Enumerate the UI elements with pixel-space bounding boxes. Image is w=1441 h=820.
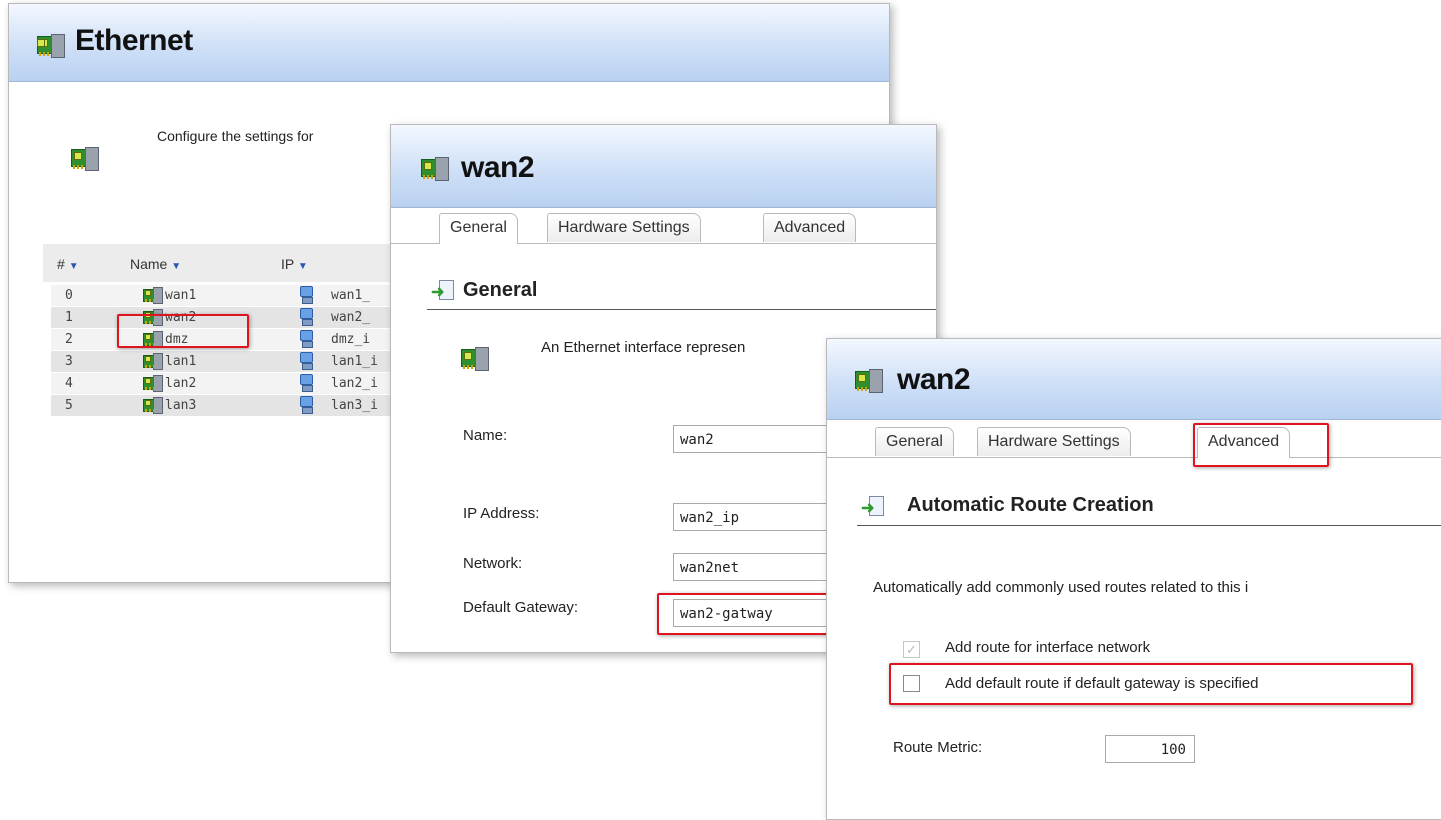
highlight-default-gateway (657, 593, 851, 635)
section-arrow-icon: ➜ (431, 279, 455, 301)
advanced-description: Automatically add commonly used routes r… (873, 579, 1249, 596)
network-interface-icon (143, 287, 163, 304)
page-title: wan2 (461, 151, 535, 184)
route-metric-label: Route Metric: (893, 739, 983, 756)
section-arrow-icon: ➜ (861, 495, 885, 517)
section-title: Automatic Route Creation (907, 494, 1154, 516)
page-title: wan2 (897, 363, 971, 396)
column-header-name[interactable]: Name ▼ (130, 256, 181, 272)
highlight-default-route (889, 663, 1413, 705)
advanced-panel: wan2 General Hardware Settings Advanced … (826, 338, 1441, 820)
network-interface-icon (421, 157, 449, 181)
tab-advanced[interactable]: Advanced (763, 213, 857, 242)
tab-general[interactable]: General (439, 213, 518, 244)
network-label: Network: (463, 555, 523, 572)
highlight-wan2-row (117, 314, 249, 348)
ip-address-label: IP Address: (463, 505, 540, 522)
table-row[interactable]: 5 lan3 lan3_i (51, 395, 411, 416)
network-interface-icon (461, 347, 489, 371)
interface-ip: wan2_ (331, 310, 371, 325)
network-interface-icon (143, 397, 163, 414)
network-interface-icon (143, 375, 163, 392)
network-interface-icon (143, 353, 163, 370)
route-metric-field[interactable]: 100 (1105, 735, 1195, 763)
ip-address-icon (299, 329, 313, 349)
ip-address-icon (299, 351, 313, 371)
tab-hardware-settings[interactable]: Hardware Settings (547, 213, 701, 242)
sort-arrow-icon: ▼ (297, 261, 308, 272)
ethernet-titlebar: Ethernet (9, 4, 889, 82)
highlight-advanced-tab (1193, 423, 1329, 467)
interface-ip: lan3_i (331, 398, 378, 413)
interface-ip: lan1_i (331, 354, 378, 369)
section-divider (857, 525, 1441, 526)
advanced-titlebar: wan2 (827, 339, 1441, 420)
column-header-ip[interactable]: IP ▼ (281, 256, 308, 272)
sort-arrow-icon: ▼ (171, 261, 182, 272)
interface-name[interactable]: lan2 (165, 376, 196, 391)
table-row[interactable]: 3 lan1 lan1_i (51, 351, 411, 372)
column-header-num[interactable]: # ▼ (57, 256, 79, 272)
interface-network-label: Add route for interface network (945, 639, 1151, 656)
interface-name[interactable]: wan1 (165, 288, 196, 303)
section-title: General (463, 279, 538, 301)
general-titlebar: wan2 (391, 125, 936, 208)
name-label: Name: (463, 427, 508, 444)
interface-ip: wan1_ (331, 288, 371, 303)
network-interface-icon (37, 34, 65, 58)
tab-general[interactable]: General (875, 427, 954, 456)
tab-hardware-settings[interactable]: Hardware Settings (977, 427, 1131, 456)
section-divider (427, 309, 936, 310)
tab-bar: General Hardware Settings Advanced (827, 427, 1441, 458)
ip-address-icon (299, 373, 313, 393)
general-description: An Ethernet interface represen (541, 339, 746, 356)
ethernet-description: Configure the settings for (157, 128, 314, 144)
ip-address-icon (299, 307, 313, 327)
network-interface-icon (71, 147, 99, 171)
table-row[interactable]: 4 lan2 lan2_i (51, 373, 411, 394)
interface-network-checkbox (903, 641, 920, 658)
page-title: Ethernet (75, 24, 193, 57)
sort-arrow-icon: ▼ (68, 261, 79, 272)
interface-name[interactable]: lan1 (165, 354, 196, 369)
interface-ip: dmz_i (331, 332, 371, 347)
interface-name[interactable]: lan3 (165, 398, 196, 413)
table-row[interactable]: 0 wan1 wan1_ (51, 285, 411, 306)
network-interface-icon (855, 369, 883, 393)
interface-ip: lan2_i (331, 376, 378, 391)
ip-address-icon (299, 395, 313, 415)
tab-bar: General Hardware Settings Advanced (391, 213, 936, 244)
ip-address-icon (299, 285, 313, 305)
default-gateway-label: Default Gateway: (463, 599, 579, 616)
